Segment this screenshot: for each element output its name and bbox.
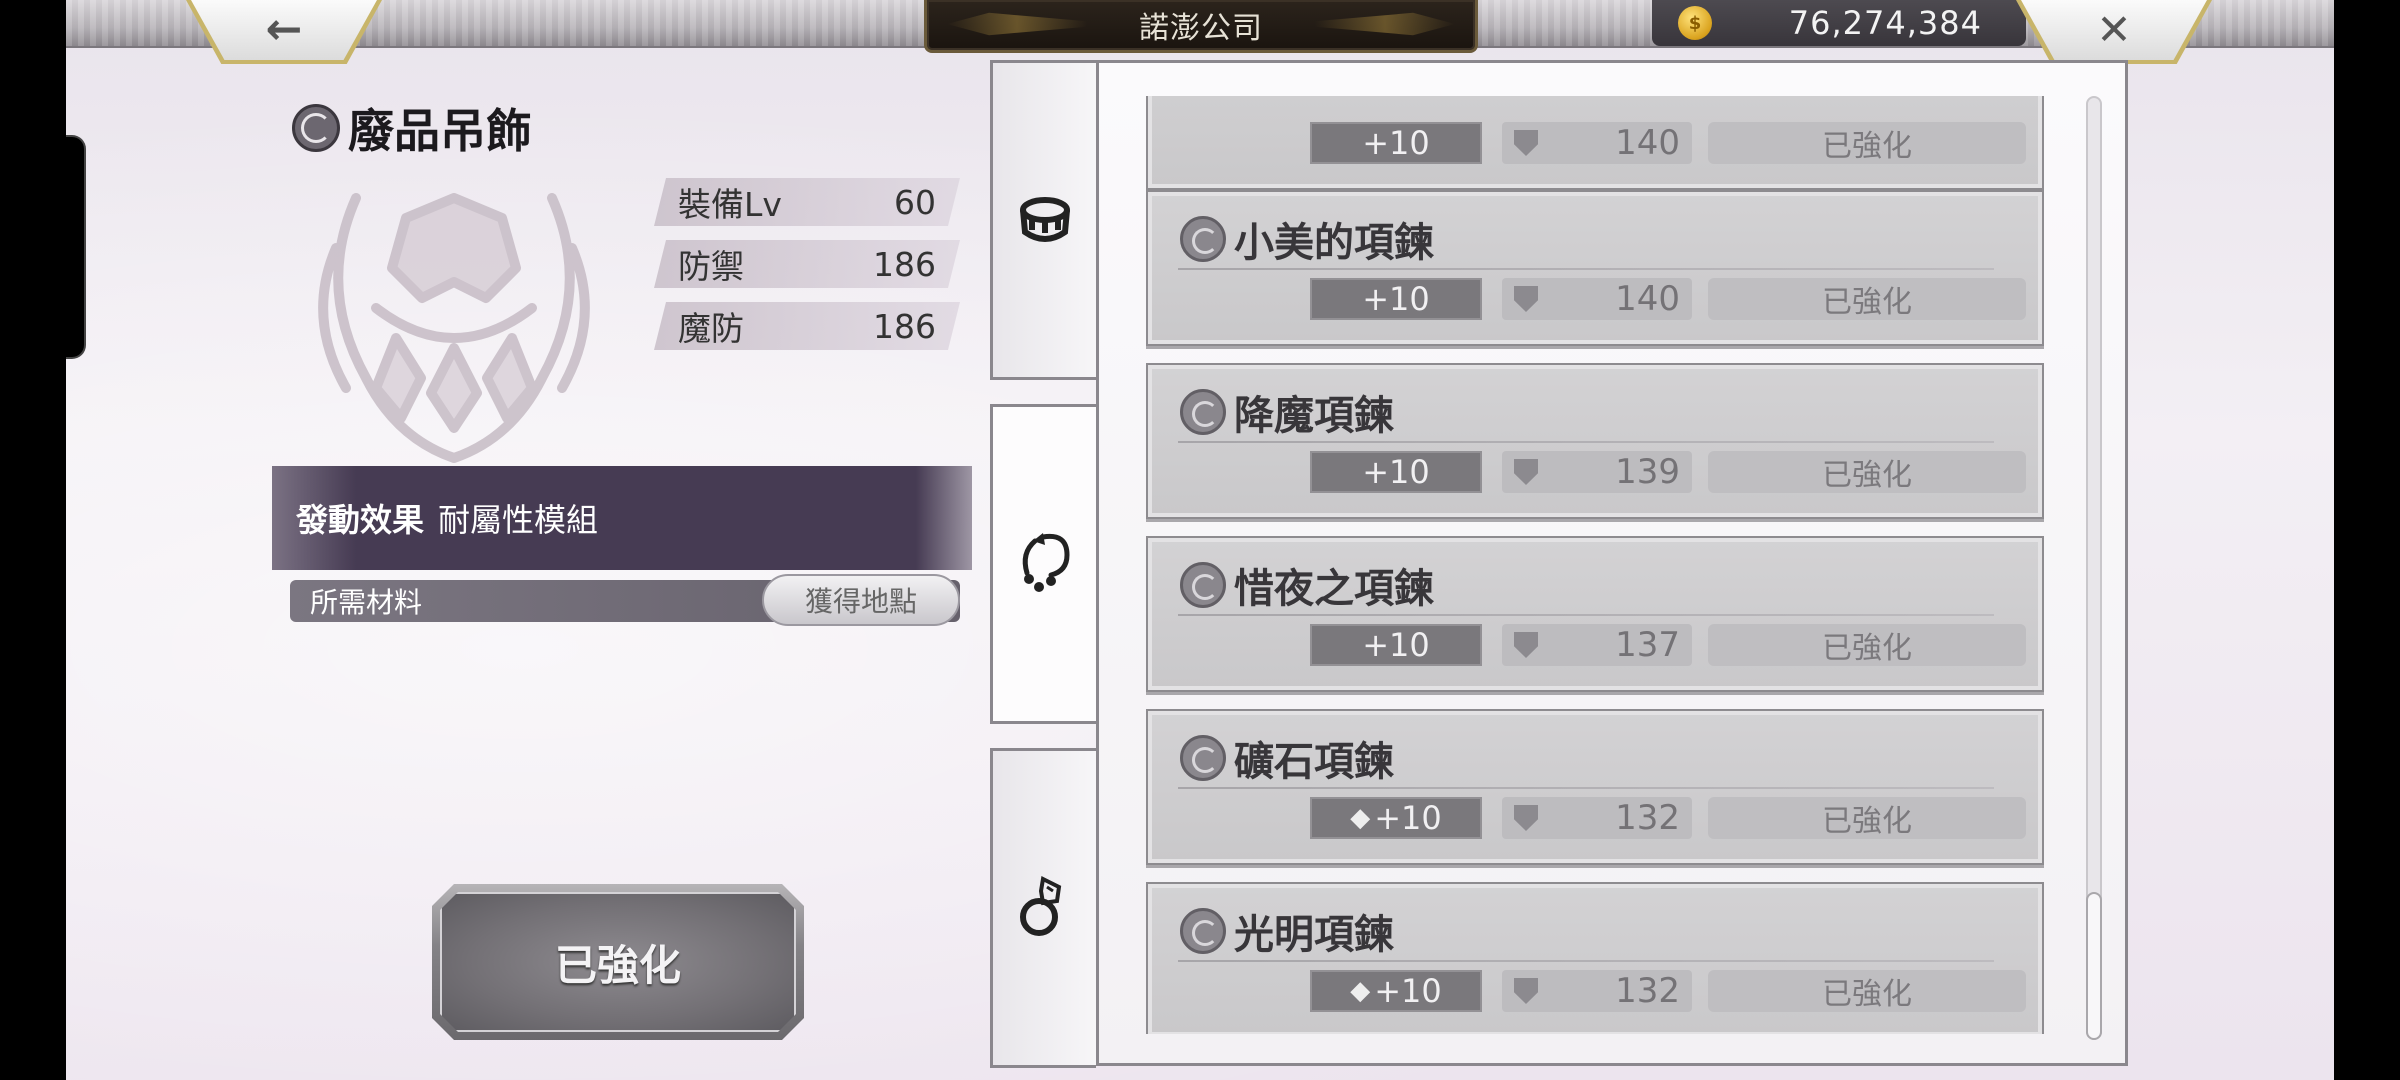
defense-number: 140	[1615, 123, 1680, 163]
effect-value: 耐屬性模組	[438, 501, 599, 539]
stat-defense: 防禦 186	[654, 240, 960, 288]
status-badge: 已強化	[1708, 970, 2026, 1012]
status-badge: 已強化	[1708, 122, 2026, 164]
effect-label: 發動效果	[296, 501, 425, 539]
enhanced-button-label: 已強化	[554, 940, 681, 990]
stat-label: 裝備Lv	[678, 185, 782, 224]
necklace-type-icon	[1180, 735, 1226, 781]
defense-value: 140	[1502, 122, 1692, 164]
stat-value: 186	[873, 306, 936, 346]
necklace-type-icon	[1180, 908, 1226, 954]
list-item[interactable]: 惜夜之項鍊 +10 137 已強化	[1146, 536, 2044, 692]
enhanced-button[interactable]: 已強化	[432, 884, 804, 1040]
back-arrow-icon: ←	[265, 3, 303, 55]
status-badge: 已強化	[1708, 451, 2026, 493]
enhance-level-value: +10	[1374, 972, 1442, 1010]
stat-equip-level: 裝備Lv 60	[654, 178, 960, 226]
list-item[interactable]: 光明項鍊 ◆ +10 132 已強化	[1146, 882, 2044, 1034]
shield-icon	[1514, 286, 1538, 312]
divider	[1178, 441, 1994, 443]
equipment-list: +10 140 已強化 小美的項鍊 +10 140 已強化 降魔項鍊 +10 1…	[1146, 96, 2046, 1034]
status-badge: 已強化	[1708, 624, 2026, 666]
enhance-level-value: +10	[1362, 280, 1430, 318]
shield-icon	[1514, 130, 1538, 156]
device-edge	[66, 135, 86, 359]
necklace-type-icon	[1180, 216, 1226, 262]
defense-value: 139	[1502, 451, 1692, 493]
activation-effect-bar: 發動效果 耐屬性模組	[272, 466, 972, 570]
ring-icon	[1019, 876, 1061, 936]
currency-amount: 76,274,384	[1788, 4, 1982, 42]
tab-bracelet[interactable]	[990, 60, 1096, 380]
item-name: 廢品吊飾	[348, 104, 532, 158]
enhance-level: +10	[1310, 278, 1482, 320]
tab-necklace[interactable]	[990, 404, 1096, 724]
enhance-level-value: +10	[1362, 124, 1430, 162]
defense-number: 140	[1615, 279, 1680, 319]
defense-value: 132	[1502, 970, 1692, 1012]
enhance-level: +10	[1310, 122, 1482, 164]
shield-icon	[1514, 805, 1538, 831]
defense-value: 140	[1502, 278, 1692, 320]
item-name: 光明項鍊	[1234, 911, 1394, 958]
feather-gem-icon: ◆	[1350, 976, 1371, 1006]
defense-value: 137	[1502, 624, 1692, 666]
defense-number: 132	[1615, 798, 1680, 838]
bracelet-icon	[1019, 197, 1070, 242]
currency-display: $ 76,274,384	[1652, 0, 2026, 46]
item-name: 惜夜之項鍊	[1234, 565, 1434, 612]
item-name: 小美的項鍊	[1234, 219, 1434, 266]
stat-value: 60	[894, 182, 936, 222]
item-name: 礦石項鍊	[1234, 738, 1394, 785]
list-item[interactable]: +10 140 已強化	[1146, 96, 2044, 190]
page-title: 諾澎公司	[1139, 11, 1263, 46]
divider	[1178, 787, 1994, 789]
materials-label: 所需材料	[310, 586, 423, 619]
enhance-level: ◆ +10	[1310, 797, 1482, 839]
enhance-level-value: +10	[1374, 799, 1442, 837]
shield-icon	[1514, 459, 1538, 485]
defense-number: 139	[1615, 452, 1680, 492]
ornament-right-icon	[1315, 10, 1455, 38]
shield-icon	[1514, 632, 1538, 658]
scrollbar-thumb[interactable]	[2086, 892, 2102, 1040]
divider	[1178, 268, 1994, 270]
defense-number: 137	[1615, 625, 1680, 665]
item-title: 廢品吊飾	[292, 98, 532, 158]
enhance-level: +10	[1310, 451, 1482, 493]
stat-value: 186	[873, 244, 936, 284]
status-badge: 已強化	[1708, 278, 2026, 320]
enhance-level-value: +10	[1362, 453, 1430, 491]
enhance-level-value: +10	[1362, 626, 1430, 664]
category-tabs	[990, 60, 1098, 1068]
item-emblem-icon	[318, 193, 590, 463]
gem-icon: ◆	[1350, 803, 1371, 833]
enhance-level: +10	[1310, 624, 1482, 666]
stat-magic-defense: 魔防 186	[654, 302, 960, 350]
divider	[1178, 614, 1994, 616]
acquire-location-button[interactable]: 獲得地點	[762, 574, 960, 626]
defense-number: 132	[1615, 971, 1680, 1011]
divider	[1178, 960, 1994, 962]
enhance-level: ◆ +10	[1310, 970, 1482, 1012]
shield-icon	[1514, 978, 1538, 1004]
stat-label: 魔防	[678, 309, 744, 348]
tab-ring[interactable]	[990, 748, 1096, 1068]
necklace-icon	[1022, 533, 1070, 592]
necklace-type-icon	[1180, 562, 1226, 608]
necklace-type-icon	[1180, 389, 1226, 435]
list-item[interactable]: 降魔項鍊 +10 139 已強化	[1146, 363, 2044, 519]
close-icon: ✕	[2096, 4, 2132, 54]
list-item[interactable]: 小美的項鍊 +10 140 已強化	[1146, 190, 2044, 346]
item-name: 降魔項鍊	[1234, 392, 1394, 439]
stat-label: 防禦	[678, 247, 744, 286]
list-item[interactable]: 礦石項鍊 ◆ +10 132 已強化	[1146, 709, 2044, 865]
ornament-left-icon	[947, 12, 1087, 36]
status-badge: 已強化	[1708, 797, 2026, 839]
page-title-plate: 諾澎公司	[924, 0, 1478, 53]
necklace-type-icon	[292, 104, 340, 152]
defense-value: 132	[1502, 797, 1692, 839]
coin-icon: $	[1678, 6, 1712, 40]
